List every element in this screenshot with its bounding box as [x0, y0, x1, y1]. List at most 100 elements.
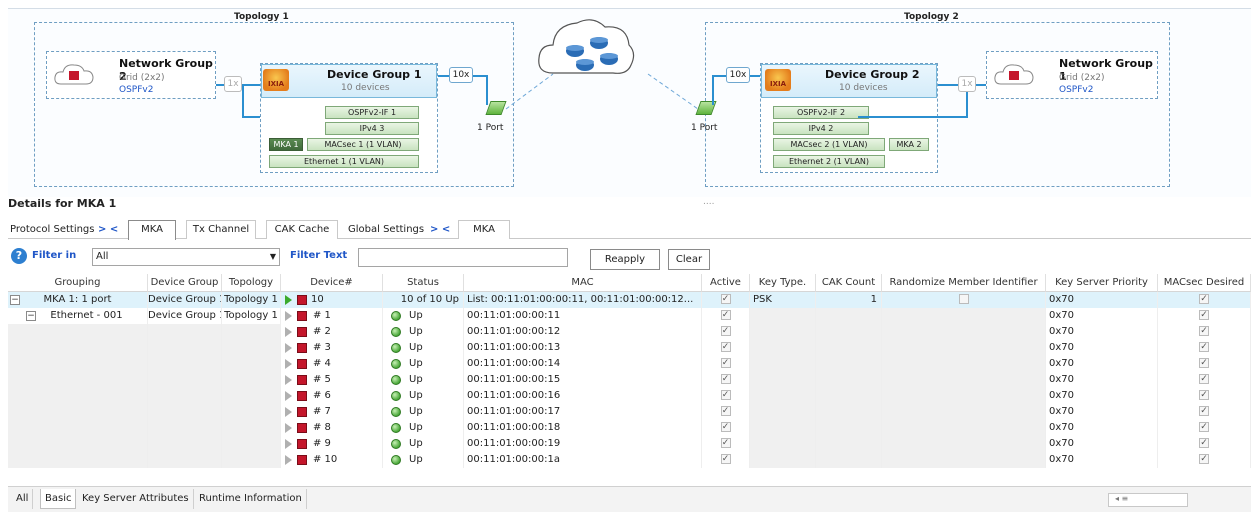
device-group-1[interactable]: IXIA Device Group 1 10 devices OSPFv2-IF…	[260, 63, 438, 173]
cell-grouping[interactable]	[8, 372, 148, 388]
checkbox[interactable]: ✓	[720, 374, 731, 384]
cell-status[interactable]: Up	[383, 356, 464, 372]
checkbox[interactable]: ✓	[720, 342, 731, 352]
reapply-button[interactable]: Reapply	[590, 249, 660, 270]
checkbox[interactable]: ✓	[1199, 294, 1209, 304]
table-row[interactable]: # 7 Up 00:11:01:00:00:17 ✓ 0x70 ✓	[8, 404, 1251, 420]
cell-device-group[interactable]	[148, 356, 222, 372]
cell-mac[interactable]: 00:11:01:00:00:19	[464, 436, 702, 452]
cell-randomize-member-identifier[interactable]	[882, 452, 1046, 468]
checkbox[interactable]: ✓	[720, 406, 731, 416]
table-row[interactable]: # 4 Up 00:11:01:00:00:14 ✓ 0x70 ✓	[8, 356, 1251, 372]
ng-multiplier[interactable]: 1x	[958, 76, 976, 92]
cell-status[interactable]: Up	[383, 404, 464, 420]
cell-device[interactable]: # 9	[281, 436, 383, 452]
play-icon[interactable]	[285, 439, 292, 449]
cell-active[interactable]: ✓	[702, 452, 750, 468]
cell-randomize-member-identifier[interactable]	[882, 372, 1046, 388]
tab-global-mka[interactable]: MKA	[458, 220, 510, 239]
cell-mac[interactable]: 00:11:01:00:00:18	[464, 420, 702, 436]
checkbox[interactable]: ✓	[720, 358, 731, 368]
cell-device[interactable]: 10	[281, 292, 383, 308]
cell-key-server-priority[interactable]: 0x70	[1046, 340, 1158, 356]
cell-key-server-priority[interactable]: 0x70	[1046, 356, 1158, 372]
checkbox[interactable]: ✓	[1199, 358, 1209, 368]
cell-cak-count[interactable]	[816, 372, 882, 388]
column-header-randomize-member-identifier[interactable]: Randomize Member Identifier	[882, 274, 1046, 292]
table-row[interactable]: # 3 Up 00:11:01:00:00:13 ✓ 0x70 ✓	[8, 340, 1251, 356]
cell-active[interactable]: ✓	[702, 324, 750, 340]
bottom-tab-basic[interactable]: Basic	[40, 489, 77, 509]
cell-status[interactable]: Up	[383, 420, 464, 436]
cell-device[interactable]: # 10	[281, 452, 383, 468]
checkbox[interactable]: ✓	[1199, 342, 1209, 352]
cell-cak-count[interactable]	[816, 356, 882, 372]
stop-icon[interactable]	[297, 407, 307, 417]
cell-topology[interactable]	[222, 372, 281, 388]
checkbox[interactable]: ✓	[1199, 326, 1209, 336]
stack-ethernet[interactable]: Ethernet 2 (1 VLAN)	[773, 155, 885, 168]
table-row[interactable]: # 6 Up 00:11:01:00:00:16 ✓ 0x70 ✓	[8, 388, 1251, 404]
cell-randomize-member-identifier[interactable]	[882, 292, 1046, 308]
cell-randomize-member-identifier[interactable]	[882, 308, 1046, 324]
splitter-handle[interactable]: ....	[703, 197, 714, 207]
cell-mac[interactable]: 00:11:01:00:00:1a	[464, 452, 702, 468]
network-group-protocol-link[interactable]: OSPFv2	[119, 85, 153, 95]
stop-icon[interactable]	[297, 327, 307, 337]
cell-device[interactable]: # 2	[281, 324, 383, 340]
play-icon[interactable]	[285, 375, 292, 385]
cell-macsec-desired[interactable]: ✓	[1158, 388, 1251, 404]
checkbox[interactable]: ✓	[720, 438, 731, 448]
checkbox[interactable]: ✓	[1199, 406, 1209, 416]
cell-topology[interactable]	[222, 420, 281, 436]
checkbox[interactable]: ✓	[1199, 438, 1209, 448]
cell-randomize-member-identifier[interactable]	[882, 356, 1046, 372]
stop-icon[interactable]	[297, 343, 307, 353]
cell-mac[interactable]: 00:11:01:00:00:11	[464, 308, 702, 324]
cell-device-group[interactable]	[148, 324, 222, 340]
stack-macsec[interactable]: MACsec 1 (1 VLAN)	[307, 138, 419, 151]
cell-randomize-member-identifier[interactable]	[882, 436, 1046, 452]
cell-device-group[interactable]	[148, 388, 222, 404]
cell-active[interactable]: ✓	[702, 340, 750, 356]
cell-device[interactable]: # 4	[281, 356, 383, 372]
cell-topology[interactable]	[222, 388, 281, 404]
cell-grouping[interactable]: MKA 1: 1 port	[8, 292, 148, 308]
cell-key-type[interactable]	[750, 420, 816, 436]
cell-key-type[interactable]	[750, 436, 816, 452]
cell-macsec-desired[interactable]: ✓	[1158, 452, 1251, 468]
cell-device-group[interactable]	[148, 436, 222, 452]
stop-icon[interactable]	[297, 375, 307, 385]
help-icon[interactable]: ?	[11, 248, 27, 264]
cell-randomize-member-identifier[interactable]	[882, 340, 1046, 356]
play-icon[interactable]	[285, 455, 292, 465]
stack-ethernet[interactable]: Ethernet 1 (1 VLAN)	[269, 155, 419, 168]
bottom-tab-key-server-attributes[interactable]: Key Server Attributes	[78, 489, 194, 509]
play-icon[interactable]	[285, 423, 292, 433]
cell-key-server-priority[interactable]: 0x70	[1046, 324, 1158, 340]
cell-grouping[interactable]: Ethernet - 001	[8, 308, 148, 324]
cell-active[interactable]: ✓	[702, 292, 750, 308]
cell-device[interactable]: # 1	[281, 308, 383, 324]
tab-global-settings[interactable]: Global Settings	[348, 224, 424, 235]
cell-device[interactable]: # 6	[281, 388, 383, 404]
stack-ospf[interactable]: OSPFv2-IF 1	[325, 106, 419, 119]
stack-mka[interactable]: MKA 1	[269, 138, 303, 151]
cell-status[interactable]: Up	[383, 340, 464, 356]
column-header-status[interactable]: Status	[383, 274, 464, 292]
cell-device-group[interactable]	[148, 452, 222, 468]
cell-key-server-priority[interactable]: 0x70	[1046, 388, 1158, 404]
cell-macsec-desired[interactable]: ✓	[1158, 420, 1251, 436]
checkbox[interactable]: ✓	[720, 310, 731, 320]
checkbox[interactable]: ✓	[1199, 454, 1209, 464]
stack-ipv4[interactable]: IPv4 2	[773, 122, 869, 135]
cell-macsec-desired[interactable]: ✓	[1158, 404, 1251, 420]
tab-nav-arrows[interactable]: > <	[98, 224, 118, 235]
table-row[interactable]: # 2 Up 00:11:01:00:00:12 ✓ 0x70 ✓	[8, 324, 1251, 340]
cell-mac[interactable]: 00:11:01:00:00:13	[464, 340, 702, 356]
network-group-protocol-link[interactable]: OSPFv2	[1059, 85, 1093, 95]
checkbox[interactable]: ✓	[1199, 422, 1209, 432]
play-icon[interactable]	[285, 391, 292, 401]
cell-grouping[interactable]	[8, 420, 148, 436]
cell-grouping[interactable]	[8, 404, 148, 420]
